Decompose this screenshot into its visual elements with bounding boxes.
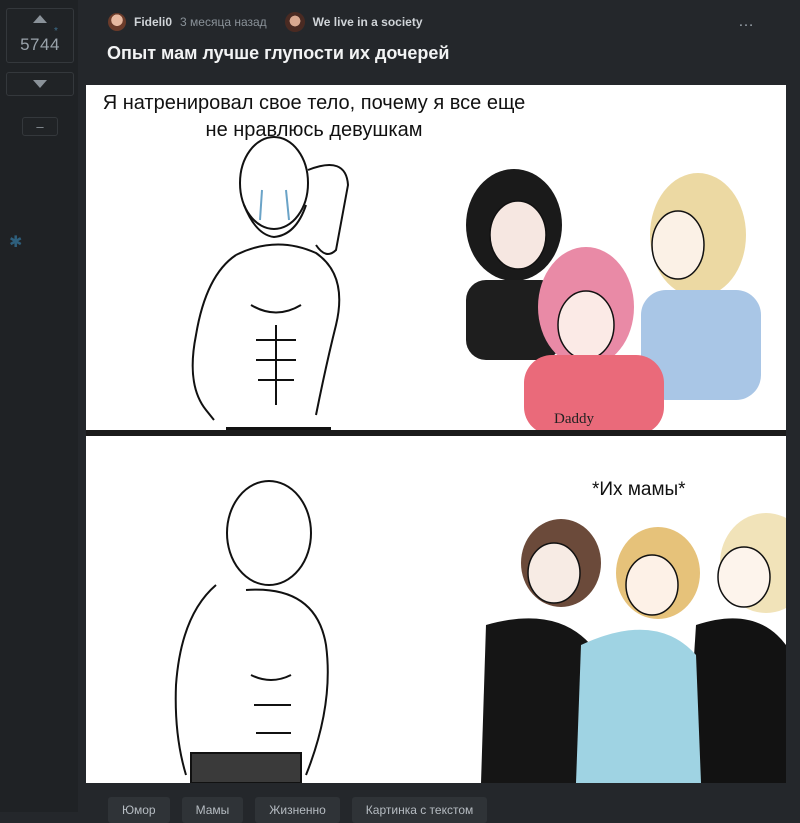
rating-value: 5744	[20, 35, 60, 54]
tag-picture-with-text[interactable]: Картинка с текстом	[351, 797, 488, 823]
more-options-icon[interactable]: …	[738, 13, 755, 31]
vote-rail: 5744 * – ✱	[0, 0, 78, 812]
author-name[interactable]: Fideli0	[134, 15, 172, 29]
upvote-icon	[33, 15, 47, 23]
meme-illustration-bottom	[174, 480, 786, 783]
tag-moms[interactable]: Мамы	[181, 797, 244, 823]
tag-relatable[interactable]: Жизненно	[255, 797, 340, 823]
tag-humor[interactable]: Юмор	[108, 797, 170, 823]
moms-group	[481, 513, 786, 783]
upvote-button[interactable]	[6, 8, 74, 29]
save-star-icon[interactable]: ✱	[9, 232, 22, 252]
post-image[interactable]: Я натренировал свое тело, почему я все е…	[86, 85, 786, 783]
minus-button[interactable]: –	[22, 117, 58, 136]
rating-box: 5744	[6, 28, 74, 63]
calm-wojak-figure	[174, 480, 329, 783]
post-time: 3 месяца назад	[180, 15, 267, 29]
post-title[interactable]: Опыт мам лучше глупости их дочерей	[107, 43, 450, 64]
community-avatar[interactable]	[284, 12, 305, 32]
author-avatar[interactable]	[108, 13, 126, 31]
downvote-button[interactable]	[6, 72, 74, 96]
minus-label: –	[36, 119, 44, 134]
post-meta: Fideli0 3 месяца назад We live in a soci…	[108, 12, 423, 32]
downvote-icon	[33, 80, 47, 88]
rating-star-icon: *	[54, 26, 58, 37]
tags-bar: Юмор Мамы Жизненно Картинка с текстом	[108, 797, 488, 823]
community-name[interactable]: We live in a society	[313, 15, 423, 29]
